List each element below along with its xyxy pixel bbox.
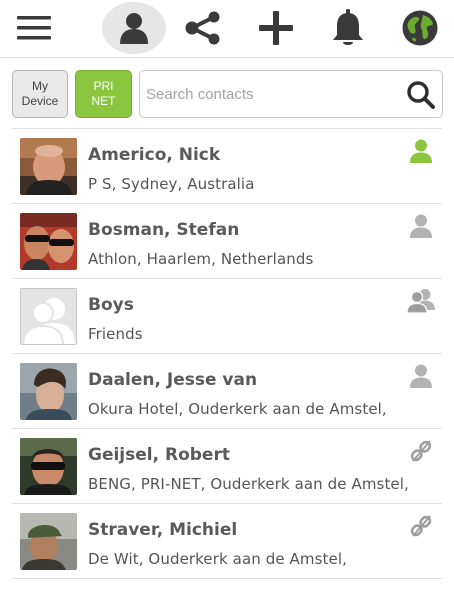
contacts-person-icon bbox=[120, 13, 148, 44]
contact-row[interactable]: Boys Friends bbox=[12, 279, 442, 354]
contacts-tab-button[interactable] bbox=[102, 2, 166, 54]
bell-icon bbox=[333, 9, 363, 45]
contact-row[interactable]: Bosman, Stefan Athlon, Haarlem, Netherla… bbox=[12, 204, 442, 279]
my-device-button[interactable]: My Device bbox=[12, 70, 68, 118]
contact-photo bbox=[20, 438, 77, 495]
add-icon bbox=[259, 11, 293, 45]
contact-photo bbox=[20, 513, 77, 570]
contact-photo bbox=[20, 213, 77, 270]
globe-button[interactable] bbox=[388, 2, 452, 54]
unlinked-icon bbox=[410, 515, 432, 537]
group-avatar-placeholder bbox=[20, 288, 77, 345]
contact-detail: Friends bbox=[88, 325, 143, 343]
menu-icon bbox=[17, 16, 51, 40]
contact-photo bbox=[20, 363, 77, 420]
share-button[interactable] bbox=[171, 2, 235, 54]
contact-detail: BENG, PRI-NET, Ouderkerk aan de Amstel, bbox=[88, 475, 409, 493]
add-button[interactable] bbox=[244, 2, 308, 54]
search-input[interactable] bbox=[146, 71, 401, 117]
contact-row[interactable]: Americo, Nick P S, Sydney, Australia bbox=[12, 129, 442, 204]
group-icon bbox=[406, 289, 435, 314]
contact-list: Americo, Nick P S, Sydney, Australia Bos… bbox=[12, 129, 442, 579]
share-icon bbox=[185, 11, 220, 45]
top-toolbar bbox=[0, 0, 454, 58]
contact-name: Boys bbox=[88, 295, 134, 315]
contact-name: Americo, Nick bbox=[88, 145, 221, 165]
person-offline-icon bbox=[410, 214, 432, 238]
contact-row[interactable]: Straver, Michiel De Wit, Ouderkerk aan d… bbox=[12, 504, 442, 579]
filter-bar: My Device PRI NET bbox=[0, 58, 454, 124]
search-box bbox=[139, 70, 443, 118]
contact-name: Bosman, Stefan bbox=[88, 220, 240, 240]
contact-detail: Okura Hotel, Ouderkerk aan de Amstel, bbox=[88, 400, 387, 418]
notifications-button[interactable] bbox=[316, 2, 380, 54]
person-online-icon bbox=[410, 139, 432, 163]
contact-photo bbox=[20, 138, 77, 195]
contact-detail: Athlon, Haarlem, Netherlands bbox=[88, 250, 314, 268]
person-offline-icon bbox=[410, 364, 432, 388]
contact-detail: P S, Sydney, Australia bbox=[88, 175, 255, 193]
globe-icon bbox=[402, 10, 438, 46]
prinet-button[interactable]: PRI NET bbox=[75, 70, 132, 118]
contact-row[interactable]: Daalen, Jesse van Okura Hotel, Ouderkerk… bbox=[12, 354, 442, 429]
contact-name: Geijsel, Robert bbox=[88, 445, 230, 465]
menu-button[interactable] bbox=[2, 2, 66, 54]
contact-name: Daalen, Jesse van bbox=[88, 370, 258, 390]
contact-name: Straver, Michiel bbox=[88, 520, 238, 540]
unlinked-icon bbox=[410, 440, 432, 462]
contact-row[interactable]: Geijsel, Robert BENG, PRI-NET, Ouderkerk… bbox=[12, 429, 442, 504]
contact-detail: De Wit, Ouderkerk aan de Amstel, bbox=[88, 550, 347, 568]
search-icon[interactable] bbox=[406, 80, 436, 110]
